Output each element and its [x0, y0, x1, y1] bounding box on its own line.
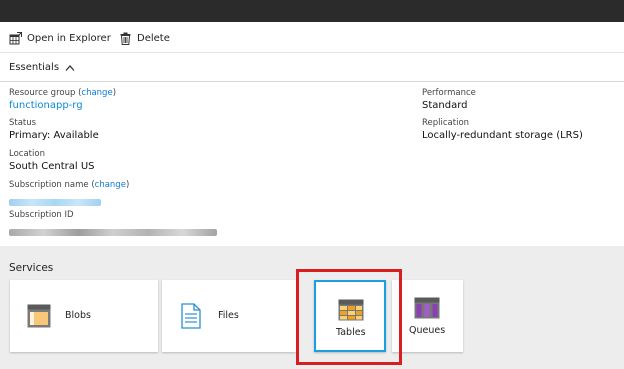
open-in-explorer-button[interactable]: Open in Explorer: [9, 30, 111, 46]
tables-tile[interactable]: Tables: [314, 280, 386, 352]
files-label: Files: [218, 310, 239, 321]
location-label: Location: [9, 149, 45, 159]
essentials-title: Essentials: [9, 62, 60, 73]
delete-button[interactable]: Delete: [119, 30, 170, 46]
performance-prop: Performance Standard: [422, 88, 476, 113]
queues-label: Queues: [409, 325, 446, 336]
essentials-toggle[interactable]: Essentials: [9, 62, 75, 73]
table-icon: [338, 299, 364, 321]
replication-prop: Replication Locally-redundant storage (L…: [422, 118, 583, 143]
trash-icon: [120, 32, 131, 45]
blobs-tile[interactable]: Blobs: [10, 280, 158, 352]
files-tile[interactable]: Files: [162, 280, 296, 352]
subscription-id-label: Subscription ID: [9, 210, 74, 220]
open-in-explorer-label: Open in Explorer: [27, 32, 111, 44]
subscription-change-link[interactable]: change: [95, 180, 126, 190]
subscription-name-prop: Subscription name (change): [9, 180, 129, 210]
subscription-name-value[interactable]: [9, 191, 129, 210]
chevron-up-icon: [65, 64, 75, 71]
services-title: Services: [9, 262, 54, 274]
status-label: Status: [9, 118, 37, 128]
subscription-id-value: [9, 221, 217, 240]
subscription-id-prop: Subscription ID: [9, 210, 217, 240]
blobs-label: Blobs: [65, 310, 91, 321]
file-icon: [181, 303, 201, 329]
queues-tile[interactable]: Queues: [392, 280, 463, 352]
subscription-name-label: Subscription name (change): [9, 180, 130, 190]
replication-label: Replication: [422, 118, 470, 128]
open-in-explorer-icon: [9, 31, 22, 44]
queue-icon: [414, 297, 440, 319]
delete-label: Delete: [137, 32, 170, 44]
toolbar: Open in Explorer Delete: [0, 22, 624, 53]
location-prop: Location South Central US: [9, 149, 95, 174]
replication-value: Locally-redundant storage (LRS): [422, 130, 583, 141]
services-section: Services Blobs Files Tables Queues: [0, 246, 624, 369]
blob-icon: [27, 304, 51, 328]
status-value: Primary: Available: [9, 130, 99, 141]
essentials-header: Essentials: [0, 54, 624, 82]
resource-group-prop: Resource group (change) functionapp-rg: [9, 88, 116, 113]
performance-label: Performance: [422, 88, 476, 98]
status-prop: Status Primary: Available: [9, 118, 99, 143]
resource-group-value-link[interactable]: functionapp-rg: [9, 99, 116, 113]
resource-group-change-link[interactable]: change: [81, 88, 112, 98]
performance-value: Standard: [422, 100, 468, 111]
resource-group-label: Resource group (change): [9, 88, 117, 98]
tables-label: Tables: [336, 327, 366, 338]
location-value: South Central US: [9, 161, 95, 172]
top-bar: [0, 0, 624, 22]
